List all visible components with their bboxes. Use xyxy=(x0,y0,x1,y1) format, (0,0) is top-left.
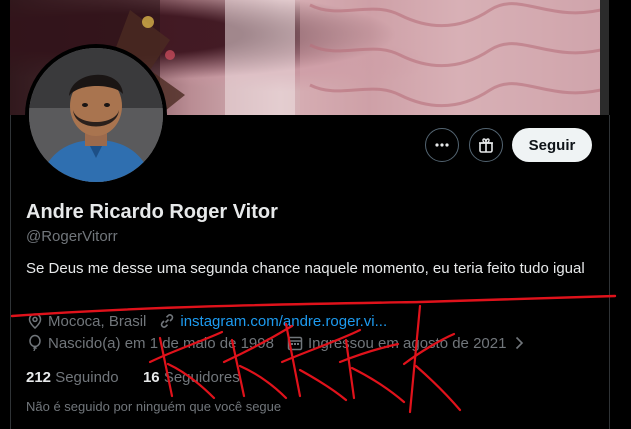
calendar-icon xyxy=(286,334,304,352)
followers-count: 16 xyxy=(142,369,160,386)
timeline-border-right xyxy=(609,115,610,429)
profile-meta-row-2: Nascido(a) em 1 de maio de 1998 Ingresso… xyxy=(26,334,528,352)
link-icon xyxy=(158,312,176,330)
followers-link[interactable]: 16 Seguidores xyxy=(143,369,240,386)
balloon-icon xyxy=(26,334,44,352)
location-text: Mococa, Brasil xyxy=(48,312,147,330)
following-label: Seguindo xyxy=(55,369,119,386)
not-followed-notice: Não é seguido por ninguém que você segue xyxy=(26,399,282,414)
gift-icon xyxy=(479,138,493,153)
following-count: 212 xyxy=(26,369,52,386)
chevron-right-icon[interactable] xyxy=(510,334,528,352)
location-pin-icon xyxy=(26,312,44,330)
display-name: Andre Ricardo Roger Vitor xyxy=(26,201,278,223)
followers-label: Seguidores xyxy=(163,369,240,386)
right-gutter xyxy=(610,0,631,429)
more-options-button[interactable] xyxy=(425,128,459,162)
follow-counts: 212 Seguindo 16 Seguidores xyxy=(26,369,240,386)
avatar-photo xyxy=(29,48,163,182)
more-icon xyxy=(435,143,449,147)
profile-meta-row-1: Mococa, Brasil instagram.com/andre.roger… xyxy=(26,312,387,330)
birth-date-text: Nascido(a) em 1 de maio de 1998 xyxy=(48,334,274,352)
profile-page: Seguir Andre Ricardo Roger Vitor @RogerV… xyxy=(0,0,631,429)
profile-bio: Se Deus me desse uma segunda chance naqu… xyxy=(26,260,585,277)
follow-button[interactable]: Seguir xyxy=(512,128,592,162)
timeline-border-left xyxy=(10,115,11,429)
website-link[interactable]: instagram.com/andre.roger.vi... xyxy=(180,313,387,330)
avatar[interactable] xyxy=(29,48,163,182)
left-gutter xyxy=(0,0,10,429)
following-link[interactable]: 212 Seguindo xyxy=(26,369,119,386)
user-handle: @RogerVitorr xyxy=(26,228,118,245)
gift-button[interactable] xyxy=(469,128,503,162)
joined-date-text: Ingressou em agosto de 2021 xyxy=(307,334,507,352)
